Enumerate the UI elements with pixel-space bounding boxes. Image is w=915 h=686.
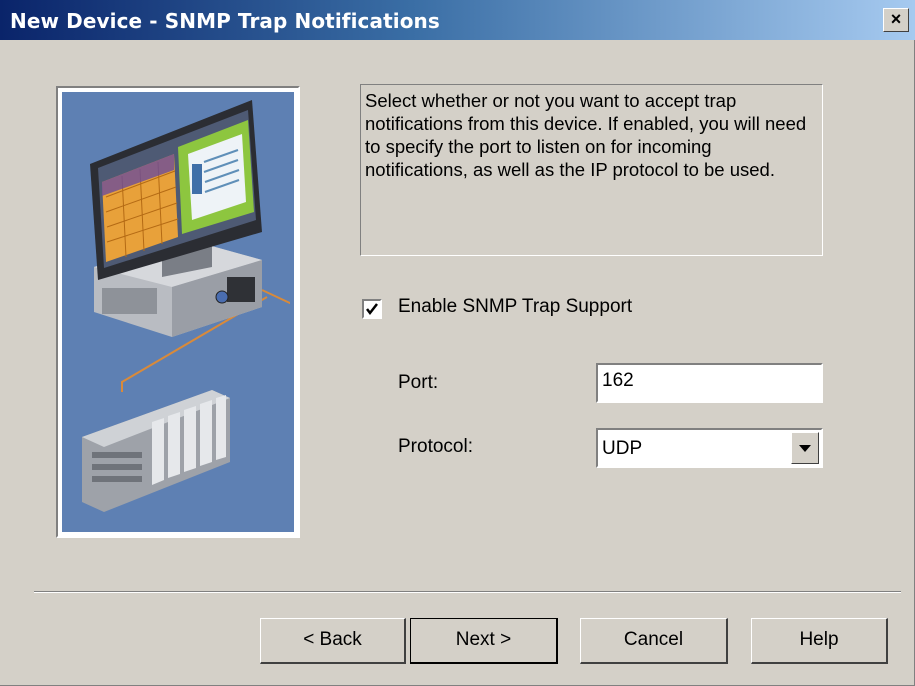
wizard-illustration-frame <box>56 86 300 538</box>
enable-snmp-trap-checkbox[interactable] <box>362 299 382 319</box>
port-value: 162 <box>602 370 634 391</box>
button-separator <box>34 591 901 593</box>
title-bar[interactable]: New Device - SNMP Trap Notifications × <box>0 0 915 40</box>
protocol-dropdown-button[interactable] <box>791 432 819 464</box>
back-button[interactable]: < Back <box>260 618 406 664</box>
check-icon <box>366 303 378 316</box>
dropdown-arrow-icon <box>799 445 811 452</box>
computer-device-illustration <box>62 92 294 532</box>
description-panel: Select whether or not you want to accept… <box>360 84 823 256</box>
cancel-button[interactable]: Cancel <box>580 618 728 664</box>
close-icon: × <box>890 9 902 29</box>
enable-snmp-trap-label[interactable]: Enable SNMP Trap Support <box>398 296 632 318</box>
help-button[interactable]: Help <box>751 618 888 664</box>
next-button[interactable]: Next > <box>410 618 558 664</box>
protocol-value: UDP <box>602 438 643 459</box>
port-input[interactable]: 162 <box>596 363 823 403</box>
dialog-window: New Device - SNMP Trap Notifications × S… <box>0 0 915 686</box>
protocol-label: Protocol: <box>398 436 473 457</box>
window-title: New Device - SNMP Trap Notifications <box>10 9 440 33</box>
description-text: Select whether or not you want to accept… <box>365 90 807 180</box>
protocol-select[interactable]: UDP <box>596 428 823 468</box>
port-label: Port: <box>398 372 439 393</box>
computer-device-illustration-svg <box>82 100 293 512</box>
close-button[interactable]: × <box>883 8 909 32</box>
